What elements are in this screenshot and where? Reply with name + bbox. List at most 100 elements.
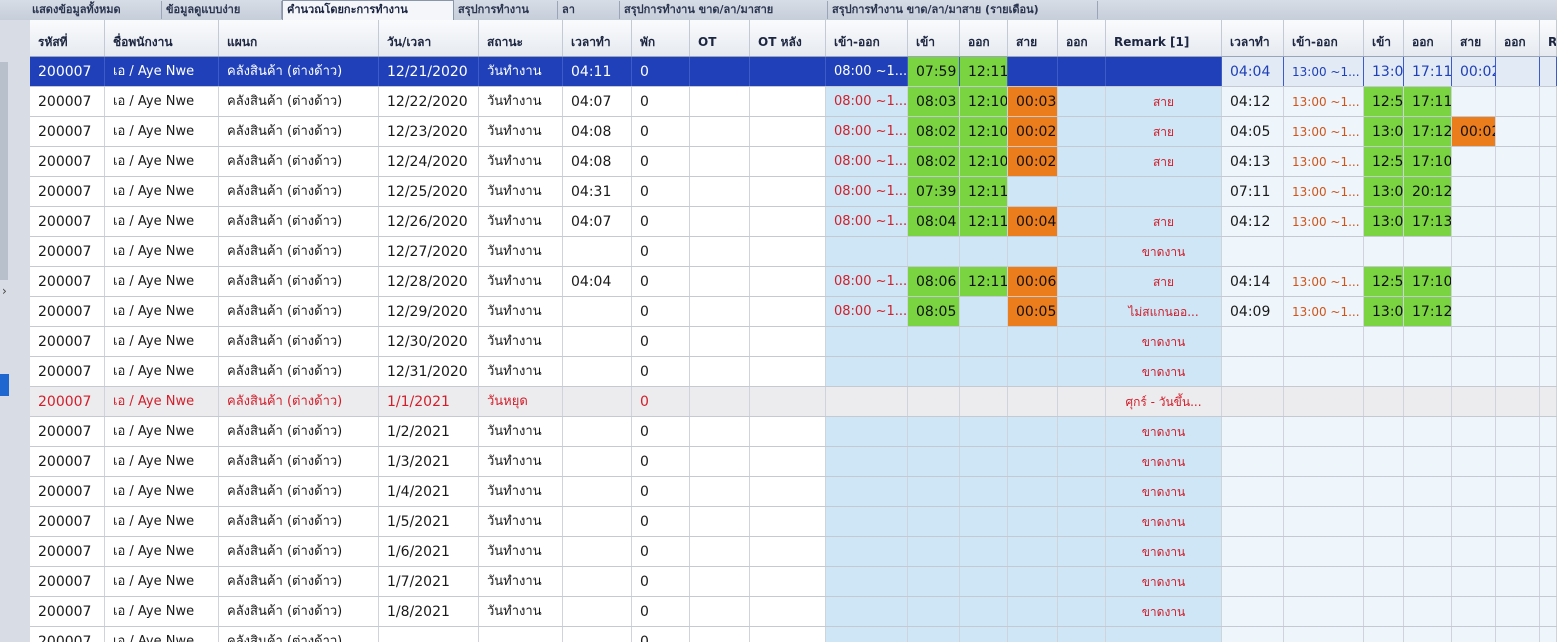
cell-in-am[interactable] (908, 387, 960, 416)
cell-out2-am[interactable] (1058, 327, 1106, 356)
cell-ot-after[interactable] (750, 537, 826, 566)
cell-schedule-am[interactable] (826, 597, 908, 626)
cell-date[interactable]: 12/31/2020 (379, 357, 479, 386)
cell-work-time-pm[interactable] (1222, 357, 1284, 386)
cell-out-pm[interactable] (1404, 387, 1452, 416)
cell-out-am[interactable] (960, 417, 1008, 446)
cell-date[interactable]: 12/30/2020 (379, 327, 479, 356)
cell-status[interactable]: วันทำงาน (479, 297, 563, 326)
cell-in-am[interactable]: 07:59 (908, 57, 960, 86)
cell-ot-after[interactable] (750, 447, 826, 476)
cell-ot[interactable] (690, 237, 750, 266)
cell-status[interactable]: วันทำงาน (479, 177, 563, 206)
cell-break[interactable]: 0 (632, 447, 690, 476)
cell-work-time-pm[interactable]: 04:13 (1222, 147, 1284, 176)
cell-employee-id[interactable]: 200007 (30, 627, 105, 642)
cell-r[interactable] (1540, 447, 1557, 476)
cell-out2-pm[interactable] (1496, 597, 1540, 626)
cell-work-time[interactable] (563, 417, 632, 446)
column-header-3[interactable]: วัน/เวลา (379, 20, 479, 56)
cell-employee-id[interactable]: 200007 (30, 597, 105, 626)
cell-schedule-pm[interactable]: 13:00 ~1... (1284, 297, 1364, 326)
cell-schedule-am[interactable]: 08:00 ~1... (826, 87, 908, 116)
cell-in-am[interactable]: 08:06 (908, 267, 960, 296)
cell-date[interactable]: 1/7/2021 (379, 567, 479, 596)
cell-department[interactable]: คลังสินค้า (ต่างด้าว) (219, 87, 379, 116)
column-header-15[interactable]: เวลาทำ (1222, 20, 1284, 56)
cell-break[interactable]: 0 (632, 207, 690, 236)
cell-out-pm[interactable] (1404, 237, 1452, 266)
cell-in-am[interactable]: 08:04 (908, 207, 960, 236)
column-header-1[interactable]: ชื่อพนักงาน (105, 20, 219, 56)
cell-r[interactable] (1540, 237, 1557, 266)
table-row[interactable]: 200007 เอ / Aye Nwe คลังสินค้า (ต่างด้าว) 1… (30, 567, 1557, 597)
cell-work-time-pm[interactable] (1222, 537, 1284, 566)
cell-remark[interactable]: ขาดงาน (1106, 447, 1222, 476)
cell-schedule-pm[interactable]: 13:00 ~1... (1284, 87, 1364, 116)
cell-out2-am[interactable] (1058, 417, 1106, 446)
cell-work-time[interactable] (563, 297, 632, 326)
cell-schedule-pm[interactable]: 13:00 ~1... (1284, 207, 1364, 236)
cell-out-am[interactable] (960, 297, 1008, 326)
cell-department[interactable]: คลังสินค้า (ต่างด้าว) (219, 57, 379, 86)
cell-status[interactable]: วันทำงาน (479, 537, 563, 566)
cell-employee-name[interactable]: เอ / Aye Nwe (105, 567, 219, 596)
column-header-11[interactable]: ออก (960, 20, 1008, 56)
cell-out-pm[interactable]: 20:12 (1404, 177, 1452, 206)
cell-in-pm[interactable]: 13:07 (1364, 117, 1404, 146)
cell-schedule-pm[interactable]: 13:00 ~1... (1284, 177, 1364, 206)
cell-out-pm[interactable]: 17:12 (1404, 297, 1452, 326)
cell-late-pm[interactable]: 00:02 (1452, 57, 1496, 86)
cell-remark[interactable]: ไม่สแกนออ... (1106, 297, 1222, 326)
tab-all-data[interactable]: แสดงข้อมูลทั้งหมด (28, 1, 162, 19)
cell-out-am[interactable]: 12:10 (960, 117, 1008, 146)
cell-out-pm[interactable]: 17:10 (1404, 267, 1452, 296)
cell-ot[interactable] (690, 387, 750, 416)
cell-out-am[interactable] (960, 477, 1008, 506)
cell-in-am[interactable] (908, 237, 960, 266)
cell-department[interactable]: คลังสินค้า (ต่างด้าว) (219, 567, 379, 596)
cell-ot[interactable] (690, 357, 750, 386)
cell-ot-after[interactable] (750, 177, 826, 206)
cell-employee-id[interactable]: 200007 (30, 297, 105, 326)
cell-employee-id[interactable]: 200007 (30, 387, 105, 416)
cell-out2-am[interactable] (1058, 177, 1106, 206)
cell-ot-after[interactable] (750, 207, 826, 236)
column-header-6[interactable]: พัก (632, 20, 690, 56)
cell-work-time-pm[interactable] (1222, 237, 1284, 266)
cell-r[interactable] (1540, 117, 1557, 146)
cell-employee-name[interactable]: เอ / Aye Nwe (105, 507, 219, 536)
cell-out-am[interactable] (960, 387, 1008, 416)
column-header-4[interactable]: สถานะ (479, 20, 563, 56)
cell-in-am[interactable]: 08:05 (908, 297, 960, 326)
column-header-14[interactable]: Remark [1] (1106, 20, 1222, 56)
cell-out-am[interactable] (960, 567, 1008, 596)
cell-status[interactable]: วันทำงาน (479, 327, 563, 356)
cell-r[interactable] (1540, 267, 1557, 296)
cell-out-am[interactable]: 12:10 (960, 87, 1008, 116)
cell-ot-after[interactable] (750, 267, 826, 296)
cell-in-am[interactable]: 07:39 (908, 177, 960, 206)
cell-in-am[interactable]: 08:02 (908, 117, 960, 146)
cell-out2-pm[interactable] (1496, 447, 1540, 476)
cell-schedule-am[interactable] (826, 237, 908, 266)
cell-out2-am[interactable] (1058, 357, 1106, 386)
cell-out-am[interactable]: 12:11 (960, 57, 1008, 86)
cell-date[interactable]: 12/23/2020 (379, 117, 479, 146)
cell-employee-name[interactable]: เอ / Aye Nwe (105, 417, 219, 446)
cell-schedule-am[interactable] (826, 507, 908, 536)
cell-employee-id[interactable]: 200007 (30, 357, 105, 386)
cell-in-pm[interactable]: 13:03 (1364, 297, 1404, 326)
cell-employee-name[interactable]: เอ / Aye Nwe (105, 297, 219, 326)
cell-out-pm[interactable]: 17:12 (1404, 117, 1452, 146)
cell-out2-am[interactable] (1058, 207, 1106, 236)
cell-schedule-pm[interactable] (1284, 537, 1364, 566)
cell-out2-am[interactable] (1058, 507, 1106, 536)
cell-ot-after[interactable] (750, 327, 826, 356)
cell-in-pm[interactable]: 13:00 (1364, 207, 1404, 236)
cell-out2-pm[interactable] (1496, 267, 1540, 296)
table-row[interactable]: 200007 เอ / Aye Nwe คลังสินค้า (ต่างด้าว) 1… (30, 267, 1557, 297)
cell-late-am[interactable] (1008, 447, 1058, 476)
cell-schedule-am[interactable]: 08:00 ~1... (826, 177, 908, 206)
cell-schedule-am[interactable]: 08:00 ~1... (826, 117, 908, 146)
